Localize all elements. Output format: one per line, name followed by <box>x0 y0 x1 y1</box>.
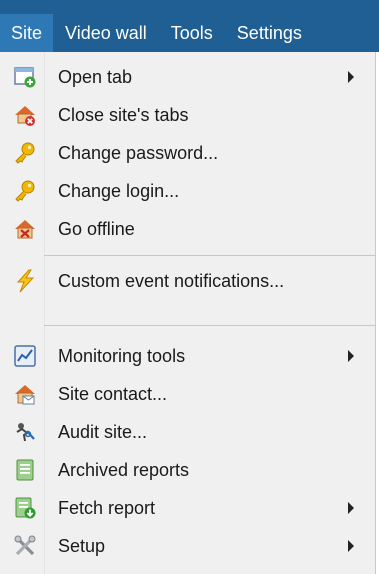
menu-item-site-contact[interactable]: Site contact... <box>0 375 375 413</box>
menu-video-wall[interactable]: Video wall <box>53 14 159 52</box>
menu-item-monitoring-tools[interactable]: Monitoring tools <box>0 337 375 375</box>
monitor-chart-icon <box>13 344 37 368</box>
menu-item-change-password[interactable]: Change password... <box>0 134 375 172</box>
site-dropdown-menu: Open tab Close site's tabs Change passwo… <box>0 52 376 574</box>
menu-item-fetch-report[interactable]: Fetch report <box>0 489 375 527</box>
menu-item-label: Close site's tabs <box>58 104 189 125</box>
menu-item-label: Change password... <box>58 142 219 163</box>
menu-item-label: Setup <box>58 535 106 556</box>
menu-item-label: Monitoring tools <box>58 345 186 366</box>
menu-separator <box>44 325 375 326</box>
report-icon <box>13 458 37 482</box>
setup-tools-icon <box>13 534 37 558</box>
key-icon <box>13 141 37 165</box>
menu-separator <box>44 255 375 256</box>
menu-settings[interactable]: Settings <box>225 14 314 52</box>
menu-item-label: Fetch report <box>58 497 156 518</box>
menu-item-label: Go offline <box>58 218 135 239</box>
menu-item-close-sites-tabs[interactable]: Close site's tabs <box>0 96 375 134</box>
menu-item-label: Open tab <box>58 66 133 87</box>
menu-item-go-offline[interactable]: Go offline <box>0 210 375 248</box>
menu-item-change-login[interactable]: Change login... <box>0 172 375 210</box>
submenu-arrow-icon <box>348 350 354 362</box>
submenu-arrow-icon <box>348 540 354 552</box>
menu-item-archived-reports[interactable]: Archived reports <box>0 451 375 489</box>
menu-bar: Site Video wall Tools Settings <box>0 0 379 52</box>
menu-item-label: Change login... <box>58 180 180 201</box>
menu-item-setup[interactable]: Setup <box>0 527 375 565</box>
close-tabs-icon <box>13 103 37 127</box>
offline-house-icon <box>13 217 37 241</box>
lightning-icon <box>13 269 37 293</box>
submenu-arrow-icon <box>348 71 354 83</box>
menu-item-open-tab[interactable]: Open tab <box>0 58 375 96</box>
menu-item-audit-site[interactable]: Audit site... <box>0 413 375 451</box>
menu-item-label: Archived reports <box>58 459 190 480</box>
fetch-report-icon <box>13 496 37 520</box>
open-tab-icon <box>13 65 37 89</box>
key-icon <box>13 179 37 203</box>
menu-item-label: Site contact... <box>58 383 168 404</box>
site-contact-icon <box>13 382 37 406</box>
menu-item-custom-event-notifications[interactable]: Custom event notifications... <box>0 262 375 300</box>
submenu-arrow-icon <box>348 502 354 514</box>
menu-item-label: Custom event notifications... <box>58 270 285 291</box>
audit-icon <box>13 420 37 444</box>
menu-item-label: Audit site... <box>58 421 148 442</box>
menu-site[interactable]: Site <box>0 14 54 52</box>
menu-tools[interactable]: Tools <box>159 14 225 52</box>
